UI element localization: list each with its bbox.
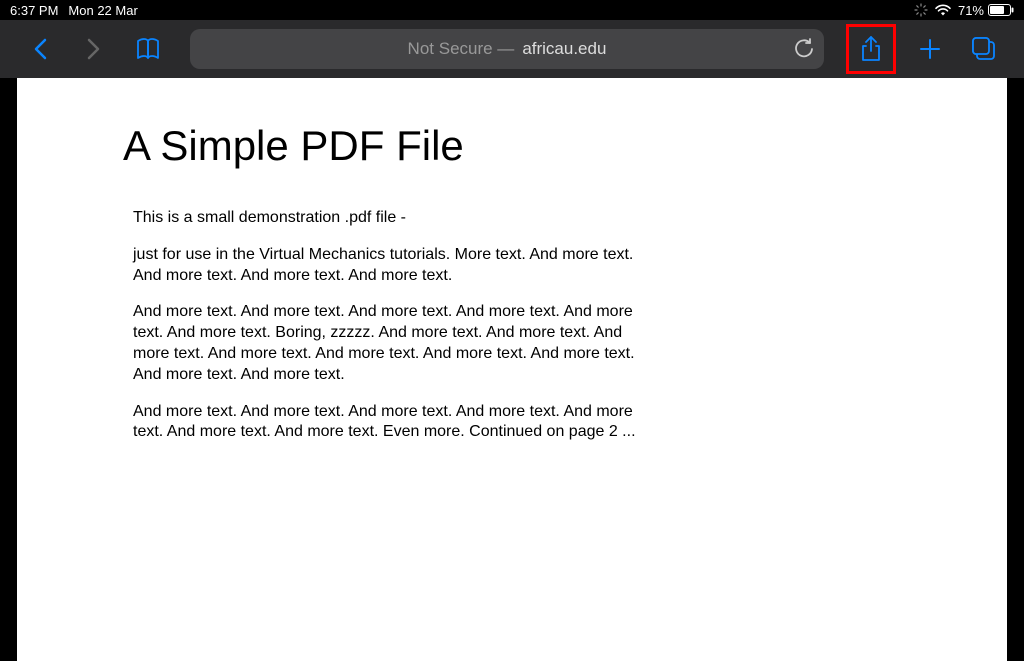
chevron-right-icon <box>86 37 102 61</box>
chevron-left-icon <box>32 37 48 61</box>
address-domain: africau.edu <box>522 39 606 59</box>
pdf-content: A Simple PDF File This is a small demons… <box>17 78 1007 661</box>
battery-percent: 71% <box>958 3 984 18</box>
book-icon <box>135 37 161 61</box>
refresh-button[interactable] <box>794 38 814 60</box>
pdf-paragraph-1: This is a small demonstration .pdf file … <box>123 208 901 229</box>
wifi-icon <box>934 4 952 17</box>
forward-button[interactable] <box>74 29 114 69</box>
share-button[interactable] <box>846 24 896 74</box>
status-time: 6:37 PM <box>10 3 58 18</box>
pdf-title: A Simple PDF File <box>123 122 901 170</box>
tabs-icon <box>971 36 997 62</box>
loading-indicator-icon <box>914 3 928 17</box>
status-bar: 6:37 PM Mon 22 Mar <box>0 0 1024 20</box>
share-icon <box>860 35 882 63</box>
pdf-paragraph-2: just for use in the Virtual Mechanics tu… <box>123 245 663 287</box>
new-tab-button[interactable] <box>910 29 950 69</box>
browser-toolbar: Not Secure — africau.edu <box>0 20 1024 78</box>
tabs-button[interactable] <box>964 29 1004 69</box>
refresh-icon <box>794 38 814 60</box>
address-security-label: Not Secure — <box>408 39 515 59</box>
bookmarks-button[interactable] <box>128 29 168 69</box>
status-right: 71% <box>914 3 1014 18</box>
plus-icon <box>918 37 942 61</box>
status-left: 6:37 PM Mon 22 Mar <box>10 3 138 18</box>
address-bar[interactable]: Not Secure — africau.edu <box>190 29 824 69</box>
battery-icon <box>988 4 1014 16</box>
battery-status: 71% <box>958 3 1014 18</box>
back-button[interactable] <box>20 29 60 69</box>
pdf-paragraph-3: And more text. And more text. And more t… <box>123 302 663 385</box>
status-date: Mon 22 Mar <box>68 3 137 18</box>
pdf-paragraph-4: And more text. And more text. And more t… <box>123 402 663 444</box>
